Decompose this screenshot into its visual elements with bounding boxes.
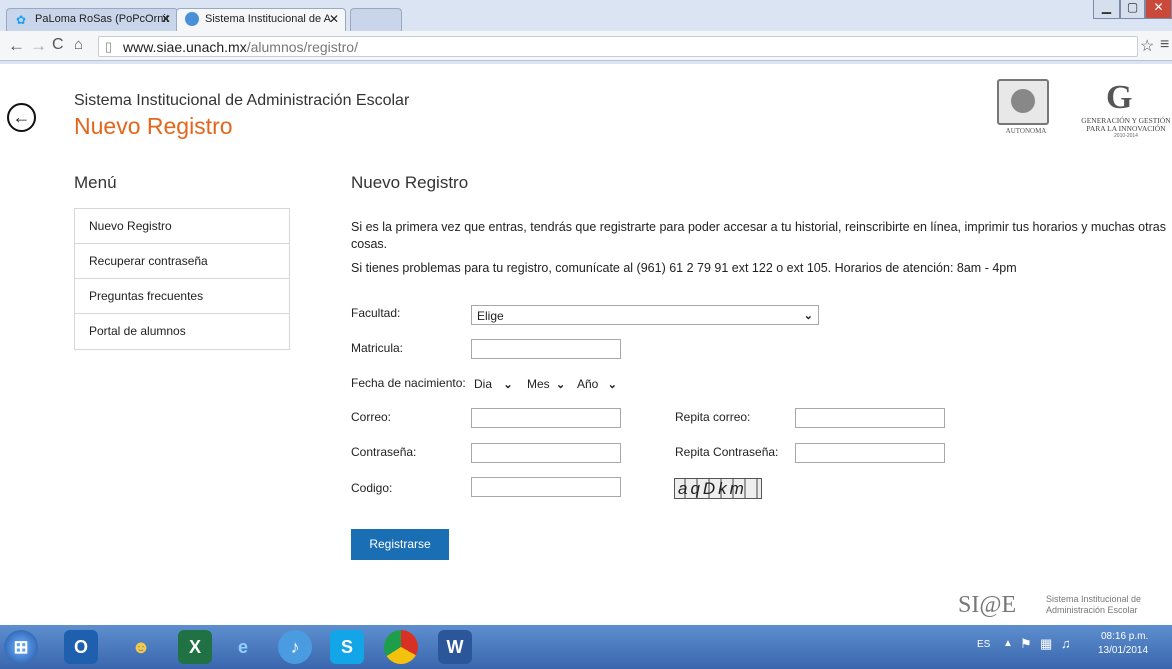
flag-icon[interactable]: ⚑: [1020, 636, 1032, 652]
start-button[interactable]: ⊞: [4, 630, 38, 664]
captcha-image: aqDkm: [674, 478, 762, 499]
support-text: Si tienes problemas para tu registro, co…: [351, 261, 1017, 275]
facultad-label: Facultad:: [351, 306, 401, 320]
url-input[interactable]: ▯ www.siae.unach.mx/alumnos/registro/: [98, 36, 1138, 57]
chevron-down-icon: ⌄: [803, 310, 813, 322]
unach-logo: AUTONOMA: [983, 79, 1069, 141]
facultad-select[interactable]: Elige ⌄: [471, 305, 819, 325]
itunes-icon[interactable]: ♪: [278, 630, 312, 664]
tab-twitter[interactable]: ✿ PaLoma RoSas (PoPcOrnit ✕: [6, 8, 178, 31]
chevron-down-icon: ⌄: [556, 379, 566, 391]
chevron-down-icon: ⌄: [607, 379, 617, 391]
arrow-left-icon: ←: [12, 107, 31, 127]
menu-title: Menú: [74, 173, 117, 192]
sidebar-item-nuevo-registro[interactable]: Nuevo Registro: [75, 209, 289, 244]
skype-icon[interactable]: S: [330, 630, 364, 664]
matricula-input[interactable]: [471, 339, 621, 359]
new-tab-button[interactable]: [350, 8, 402, 31]
section-title: Nuevo Registro: [351, 173, 469, 192]
repita-contrasena-label: Repita Contraseña:: [675, 445, 779, 459]
intro-text: Si es la primera vez que entras, tendrás…: [351, 220, 1166, 251]
forward-arrow-icon[interactable]: →: [30, 36, 47, 56]
url-domain: www.siae.unach.mx: [123, 39, 247, 55]
sidebar-item-recuperar-contrasena[interactable]: Recuperar contraseña: [75, 244, 289, 279]
repita-correo-label: Repita correo:: [675, 410, 751, 424]
matricula-label: Matricula:: [351, 341, 404, 355]
page-icon: ▯: [105, 39, 113, 54]
repita-correo-input[interactable]: [795, 408, 945, 428]
twitter-icon: ✿: [16, 13, 27, 27]
taskbar: ⊞ O ☻ X e ♪ S W ES ▲ ⚑ ▦ ♫ 08:16 p.m. 13…: [0, 625, 1172, 669]
chrome-icon[interactable]: [384, 630, 418, 664]
tab-label: Sistema Institucional de A: [205, 13, 331, 25]
people-icon[interactable]: ☻: [124, 630, 158, 664]
volume-icon[interactable]: ♫: [1061, 636, 1071, 651]
outlook-icon[interactable]: O: [64, 630, 98, 664]
codigo-input[interactable]: [471, 477, 621, 497]
generacion-logo: G GENERACIÓN Y GESTIÓN PARA LA INNOVACIÓ…: [1081, 79, 1171, 140]
menu-icon[interactable]: ≡: [1160, 36, 1169, 54]
sidebar-item-preguntas-frecuentes[interactable]: Preguntas frecuentes: [75, 279, 289, 314]
correo-input[interactable]: [471, 408, 621, 428]
dia-select[interactable]: Dia ⌄: [474, 377, 513, 391]
clock-time[interactable]: 08:16 p.m.: [1101, 631, 1148, 642]
minimize-button[interactable]: ▁: [1093, 0, 1120, 19]
maximize-button[interactable]: ▢: [1120, 0, 1145, 19]
close-window-button[interactable]: ✕: [1145, 0, 1172, 19]
network-icon[interactable]: ▦: [1040, 636, 1052, 652]
language-indicator[interactable]: ES: [977, 639, 990, 650]
mes-select[interactable]: Mes ⌄: [527, 377, 565, 391]
contrasena-label: Contraseña:: [351, 445, 417, 459]
star-icon[interactable]: ☆: [1140, 36, 1154, 56]
word-icon[interactable]: W: [438, 630, 472, 664]
header-subtitle: Sistema Institucional de Administración …: [74, 92, 410, 109]
reload-icon[interactable]: C: [52, 36, 64, 54]
fecha-label: Fecha de nacimiento:: [351, 376, 466, 390]
close-icon[interactable]: ✕: [161, 12, 171, 26]
clock-date[interactable]: 13/01/2014: [1098, 645, 1148, 656]
contrasena-input[interactable]: [471, 443, 621, 463]
internet-explorer-icon[interactable]: e: [226, 630, 260, 664]
back-arrow-icon[interactable]: ←: [8, 36, 25, 56]
excel-icon[interactable]: X: [178, 630, 212, 664]
chevron-down-icon: ⌄: [503, 379, 513, 391]
back-button[interactable]: ←: [7, 103, 36, 132]
facultad-value: Elige: [477, 309, 504, 323]
anio-select[interactable]: Año ⌄: [577, 377, 617, 391]
codigo-label: Codigo:: [351, 481, 393, 495]
repita-contrasena-input[interactable]: [795, 443, 945, 463]
sidebar-menu: Nuevo Registro Recuperar contraseña Preg…: [74, 208, 290, 350]
correo-label: Correo:: [351, 410, 392, 424]
tab-siae[interactable]: Sistema Institucional de A ✕: [176, 8, 346, 31]
sidebar-item-portal-alumnos[interactable]: Portal de alumnos: [75, 314, 289, 349]
close-icon[interactable]: ✕: [329, 12, 339, 26]
home-icon[interactable]: ⌂: [74, 36, 83, 53]
siae-logo: SI@E Sistema Institucional de Administra…: [958, 592, 1142, 618]
tab-label: PaLoma RoSas (PoPcOrnit: [35, 13, 169, 25]
tray-expand-icon[interactable]: ▲: [1003, 638, 1013, 649]
url-path: /alumnos/registro/: [246, 39, 358, 55]
page-title: Nuevo Registro: [74, 113, 233, 139]
globe-icon: [185, 12, 199, 26]
register-button[interactable]: Registrarse: [351, 529, 449, 560]
